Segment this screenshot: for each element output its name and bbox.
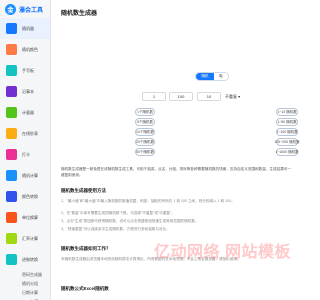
sidebar-item-label: 在线秒表 (22, 131, 38, 136)
tool-icon (6, 44, 17, 55)
sidebar-text-item[interactable]: 日期计算 (0, 288, 50, 297)
range-min-input[interactable]: 1 (142, 92, 166, 101)
quick-count-chip[interactable]: 5个随机数 (135, 118, 155, 126)
section-excel-title: 随机数公式Excel随机数 (61, 286, 109, 291)
sidebar-item-label: 随机计算 (22, 173, 38, 178)
mode-random-button[interactable]: 随机 (196, 73, 214, 80)
sidebar-item[interactable]: 打卡 (0, 144, 50, 165)
sidebar-item-label: 随机颜色 (22, 47, 38, 52)
quick-count-chip[interactable]: 1个随机数 (135, 108, 155, 116)
brand-name: 瀑会工具 (19, 7, 44, 14)
quick-count-chip[interactable]: 50个随机数 (135, 148, 155, 156)
sidebar-item[interactable]: 随机器 (0, 18, 50, 39)
intro-text: 随机数生成器是一款免费在线随机数生成工具，可用于抽奖、点名、分组、排序等各种需要… (61, 167, 291, 177)
brand-logo: 金 (5, 3, 16, 15)
sidebar-item[interactable]: 计量器 (0, 102, 50, 123)
tool-icon (6, 86, 17, 97)
quick-count-chip[interactable]: 20个随机数 (135, 138, 155, 146)
sidebar-item-label: 颜色转换 (22, 194, 38, 199)
sidebar-item-label: 记事本 (22, 89, 34, 94)
sidebar-text-item[interactable]: 随机分组 (0, 279, 50, 288)
tool-icon (6, 170, 17, 181)
sidebar-item[interactable]: 随机颜色 (0, 39, 50, 60)
mode-toggle: 随机 取 (195, 72, 229, 81)
page-title: 随机数生成器 (61, 11, 98, 17)
main-content: 随机数生成器 随机 取 1 100 10 不重复 ▾ 1个随机数 5个随机数 10个… (51, 0, 300, 300)
sidebar-item[interactable]: 记事本 (0, 81, 50, 102)
sidebar-item[interactable]: 进制转换 (0, 249, 50, 270)
sidebar-item-label: 计量器 (22, 110, 34, 115)
mode-pick-button[interactable]: 取 (214, 73, 228, 80)
sidebar-item[interactable]: 单位换算 (0, 207, 50, 228)
quick-range-chip[interactable]: 1~1000 随机数 (275, 148, 299, 156)
usage-step-1: 1、"最小值"和"最大值"中输入随机数的取值范围，例如：抽取的号码在 1 到 1… (61, 199, 235, 203)
section-usage-title: 随机数生成器使用方法 (61, 188, 106, 193)
brand[interactable]: 金 瀑会工具 (0, 0, 50, 18)
usage-step-3: 3、点击"生成"按钮即可获得随机数，也可以点击快捷按钮快速生成常用范围的随机数。 (61, 219, 199, 223)
tool-icon (6, 191, 17, 202)
tool-icon (6, 233, 17, 244)
quick-range-chip[interactable]: 1~10 随机数 (276, 108, 298, 116)
sidebar: 金 瀑会工具 随机器随机颜色手写板记事本计量器在线秒表打卡随机计算颜色转换单位换… (0, 0, 51, 300)
sidebar-item-label: 进制转换 (22, 257, 38, 262)
watermark: 亿动网络 网站模板 (154, 244, 291, 261)
count-input[interactable]: 10 (197, 92, 221, 101)
tool-icon (6, 212, 17, 223)
sidebar-item[interactable]: 手写板 (0, 60, 50, 81)
repeat-select[interactable]: 不重复 ▾ (225, 92, 249, 101)
sidebar-item-label: 随机器 (22, 26, 34, 31)
tool-icon (6, 149, 17, 160)
tool-icon (6, 23, 17, 34)
sidebar-item-label: 打卡 (22, 152, 30, 157)
sidebar-item[interactable]: 随机计算 (0, 165, 50, 186)
quick-range-chip[interactable]: 1~50 随机数 (276, 118, 298, 126)
section-how-title: 随机数生成器如何工作？ (61, 246, 111, 251)
tool-icon (6, 65, 17, 76)
tool-icon (6, 128, 17, 139)
usage-step-2: 2、在"数量"中填写需要生成的随机数个数，可选择"不重复"或"可重复"。 (61, 211, 175, 215)
tool-icon (6, 107, 17, 118)
sidebar-item[interactable]: 在线秒表 (0, 123, 50, 144)
quick-range-chip[interactable]: 100~200 随机数 (274, 138, 300, 146)
usage-step-4: 4、"快速重复"可以连续多次生成随机数，方便进行多轮抽取与对比。 (61, 227, 170, 231)
sidebar-item[interactable]: 汇率计算 (0, 228, 50, 249)
sidebar-nav: 随机器随机颜色手写板记事本计量器在线秒表打卡随机计算颜色转换单位换算汇率计算进制… (0, 18, 50, 300)
quick-count-chip[interactable]: 10个随机数 (135, 128, 155, 136)
sidebar-item-label: 手写板 (22, 68, 34, 73)
quick-range-chip[interactable]: 1~100 随机数 (276, 128, 298, 136)
sidebar-item-label: 单位换算 (22, 215, 38, 220)
tool-icon (6, 254, 17, 265)
range-max-input[interactable]: 100 (169, 92, 193, 101)
sidebar-item[interactable]: 颜色转换 (0, 186, 50, 207)
sidebar-text-item[interactable]: 密码生成器 (0, 270, 50, 279)
sidebar-item-label: 汇率计算 (22, 236, 38, 241)
